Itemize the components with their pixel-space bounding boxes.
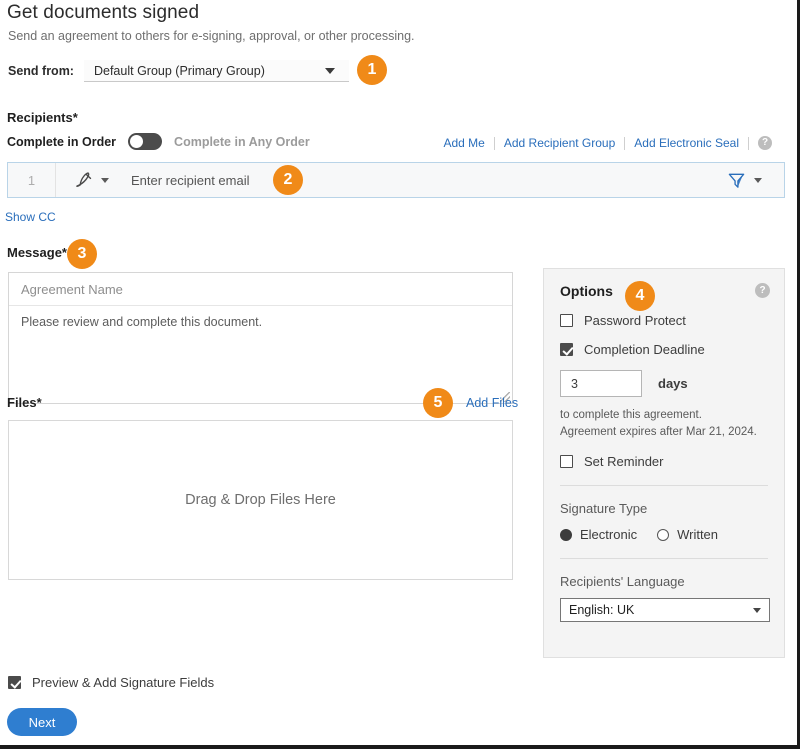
signature-type-radios: Electronic Written (560, 527, 768, 542)
next-button[interactable]: Next (7, 708, 77, 736)
callout-badge-2: 2 (273, 165, 303, 195)
radio-written-label: Written (677, 527, 719, 543)
send-from-value: Default Group (Primary Group) (93, 63, 265, 78)
send-agreement-page: Get documents signed Send an agreement t… (0, 0, 800, 749)
message-section-label: Message* (7, 245, 67, 260)
link-divider (748, 136, 749, 150)
radio-written[interactable] (657, 528, 670, 541)
add-files-link[interactable]: Add Files (466, 396, 518, 410)
deadline-days-unit: days (658, 376, 688, 391)
recipients-language-title: Recipients' Language (560, 574, 685, 590)
options-title: Options (560, 283, 613, 299)
chevron-down-icon (753, 607, 761, 613)
preview-signature-fields-label: Preview & Add Signature Fields (32, 675, 215, 690)
completion-deadline-label: Completion Deadline (584, 342, 705, 357)
complete-order-row: Complete in Order Complete in Any Order (7, 133, 310, 150)
message-label-text: Message (7, 245, 62, 260)
deadline-days-row: 3 days (560, 370, 768, 397)
show-cc-link[interactable]: Show CC (5, 210, 56, 224)
completion-deadline-checkbox[interactable] (560, 343, 573, 356)
deadline-note-line2: Agreement expires after Mar 21, 2024. (560, 425, 757, 438)
page-title: Get documents signed (7, 2, 200, 23)
options-divider (560, 485, 768, 487)
add-electronic-seal-link[interactable]: Add Electronic Seal (625, 136, 748, 150)
recipients-section-label: Recipients* (7, 110, 78, 125)
options-panel: Options ? Password Protect Completion De… (543, 268, 785, 658)
deadline-note: to complete this agreement. Agreement ex… (560, 407, 768, 440)
set-reminder-checkbox[interactable] (560, 455, 573, 469)
recipients-required-marker: * (72, 110, 78, 125)
password-protect-checkbox[interactable] (560, 314, 573, 327)
options-divider (560, 558, 768, 560)
files-label-text: Files (7, 395, 37, 410)
message-body-text: Please review and complete this document… (21, 315, 263, 329)
help-icon[interactable]: ? (758, 136, 772, 150)
files-required-marker: * (36, 395, 42, 410)
recipient-delivery-selector[interactable] (727, 171, 784, 190)
callout-badge-3: 3 (67, 239, 97, 269)
deadline-note-line1: to complete this agreement. (560, 409, 702, 421)
file-dropzone[interactable]: Drag & Drop Files Here (8, 420, 513, 580)
recipient-row[interactable]: 1 Enter recipient email (7, 162, 785, 198)
recipient-actions: Add Me Add Recipient Group Add Electroni… (435, 136, 772, 150)
recipients-language-select[interactable]: English: UK (560, 598, 770, 623)
agreement-name-input[interactable]: Agreement Name (9, 273, 512, 306)
chevron-down-icon (101, 177, 109, 183)
page-subtitle: Send an agreement to others for e-signin… (8, 29, 415, 43)
radio-electronic[interactable] (560, 528, 572, 541)
help-icon[interactable]: ? (755, 283, 770, 298)
completion-deadline-option[interactable]: Completion Deadline (560, 342, 768, 357)
deadline-days-input[interactable]: 3 (560, 370, 642, 397)
recipients-label-text: Recipients (7, 110, 73, 125)
password-protect-option[interactable]: Password Protect (560, 313, 768, 328)
recipients-language-value: English: UK (569, 603, 635, 618)
send-from-row: Send from: Default Group (Primary Group) (8, 60, 349, 82)
toggle-knob (130, 135, 144, 148)
set-reminder-option[interactable]: Set Reminder (560, 454, 768, 469)
files-section-label: Files* (7, 395, 42, 410)
complete-in-order-label: Complete in Order (7, 134, 117, 149)
signature-type-title: Signature Type (560, 501, 648, 517)
message-box: Agreement Name Please review and complet… (8, 272, 513, 404)
add-recipient-group-link[interactable]: Add Recipient Group (495, 136, 624, 150)
callout-badge-5: 5 (423, 388, 453, 418)
chevron-down-icon (754, 177, 762, 183)
complete-in-any-order-label: Complete in Any Order (174, 134, 310, 149)
send-from-select[interactable]: Default Group (Primary Group) (83, 60, 349, 82)
add-me-link[interactable]: Add Me (435, 136, 494, 150)
callout-badge-4: 4 (625, 281, 655, 311)
password-protect-label: Password Protect (584, 313, 686, 328)
preview-signature-fields-checkbox[interactable] (8, 676, 21, 689)
radio-electronic-label: Electronic (580, 527, 638, 543)
complete-order-toggle[interactable] (128, 133, 163, 150)
recipient-email-input[interactable]: Enter recipient email (119, 173, 727, 188)
delivery-funnel-icon (728, 173, 745, 188)
dropzone-text: Drag & Drop Files Here (185, 492, 336, 508)
chevron-down-icon (324, 68, 335, 74)
set-reminder-label: Set Reminder (584, 454, 664, 470)
recipient-role-selector[interactable] (56, 171, 119, 189)
recipient-index: 1 (8, 163, 56, 197)
preview-signature-fields-option[interactable]: Preview & Add Signature Fields (8, 675, 214, 690)
send-from-label: Send from: (8, 64, 74, 78)
signature-pen-icon (76, 172, 92, 187)
callout-badge-1: 1 (357, 55, 387, 85)
